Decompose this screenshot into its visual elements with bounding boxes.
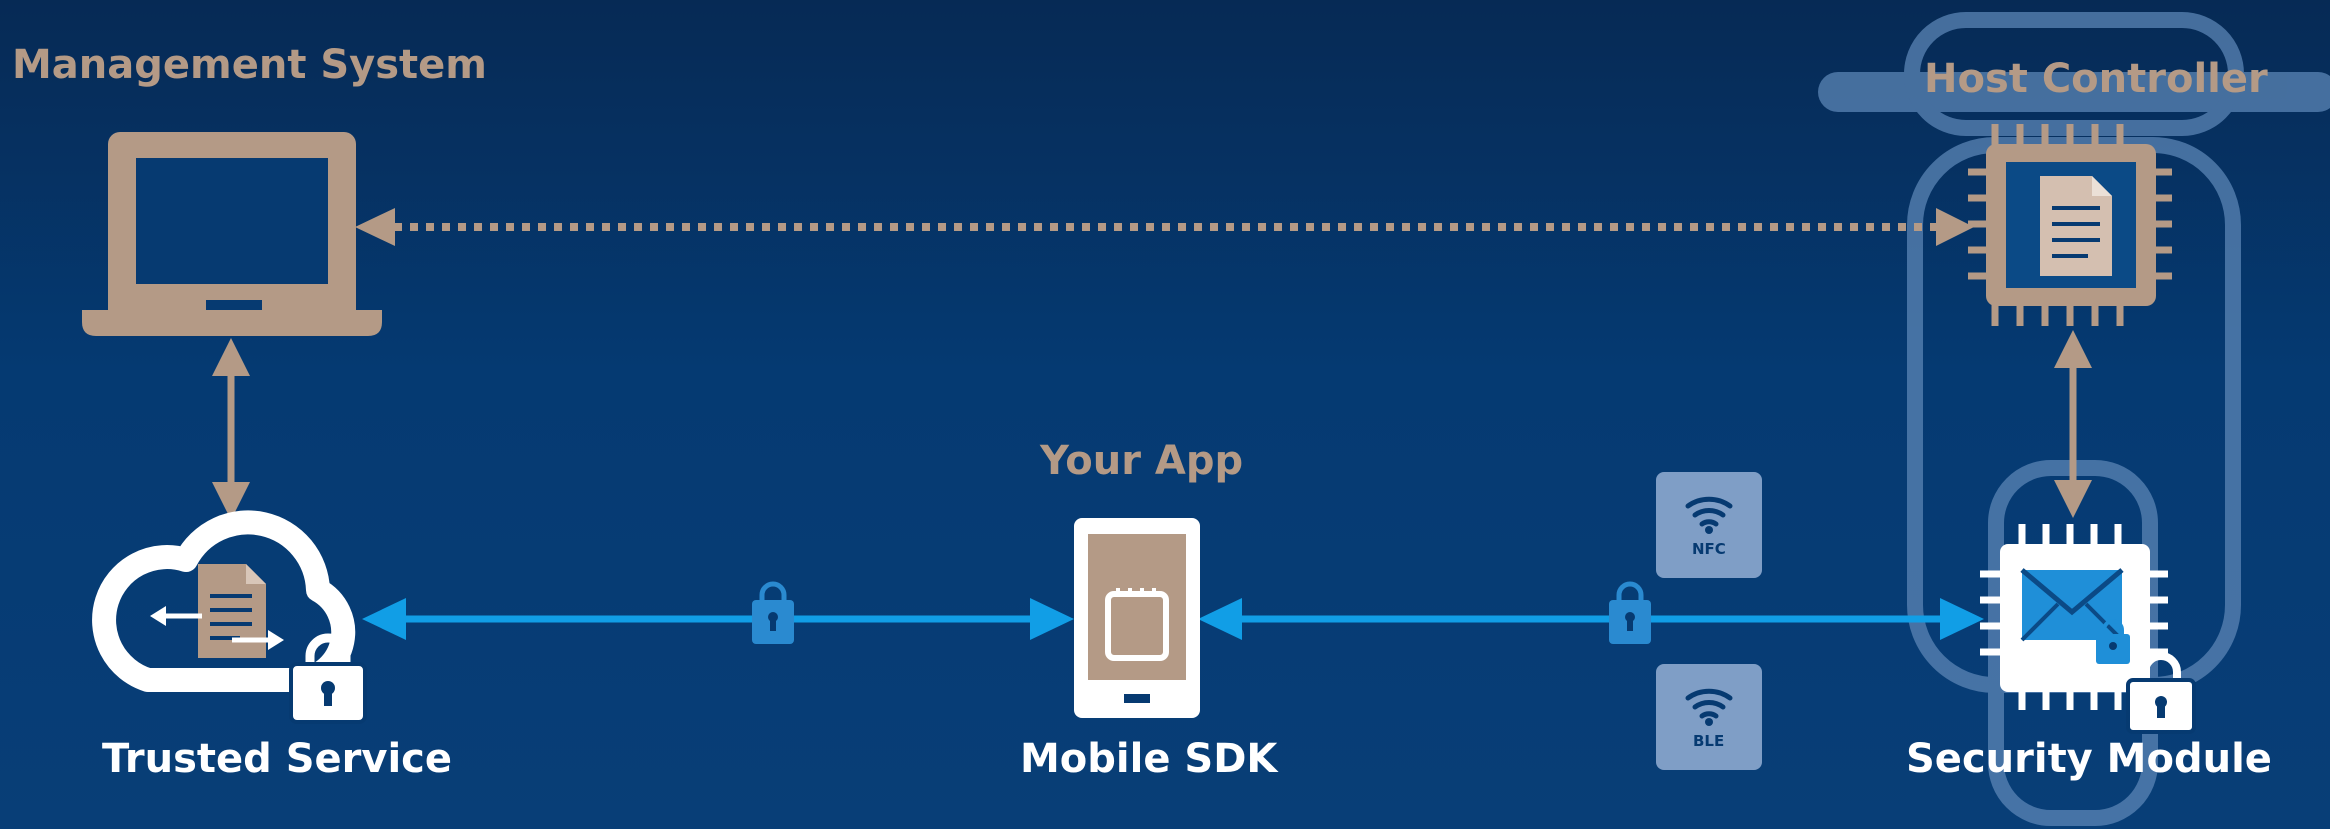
label-security-module: Security Module: [1906, 736, 2272, 782]
padlock-icon: [752, 581, 794, 644]
laptop-icon: [82, 132, 382, 336]
arrow-host-security: [2054, 330, 2092, 518]
arrow-trusted-mobile: [362, 581, 1074, 644]
label-your-app: Your App: [1040, 438, 1244, 484]
diagram-canvas: Management System Host Controller Your A…: [0, 0, 2330, 829]
ble-tile: [1656, 664, 1762, 770]
label-mobile-sdk: Mobile SDK: [1020, 736, 1278, 782]
label-ble: BLE: [1693, 732, 1725, 750]
label-trusted-service: Trusted Service: [102, 736, 452, 782]
label-nfc: NFC: [1692, 540, 1726, 558]
dotted-arrow-management-host: [355, 208, 1974, 246]
chip-document-icon: [1968, 124, 2172, 326]
padlock-icon: [1609, 581, 1651, 644]
arrow-management-trusted: [212, 338, 250, 520]
nfc-tile: [1656, 472, 1762, 578]
label-management-system: Management System: [12, 42, 487, 88]
arrow-mobile-security: [1198, 581, 1984, 644]
smartphone-icon: [1074, 518, 1200, 718]
diagram-graphics: [82, 12, 2330, 826]
label-host-controller: Host Controller: [1924, 56, 2268, 102]
